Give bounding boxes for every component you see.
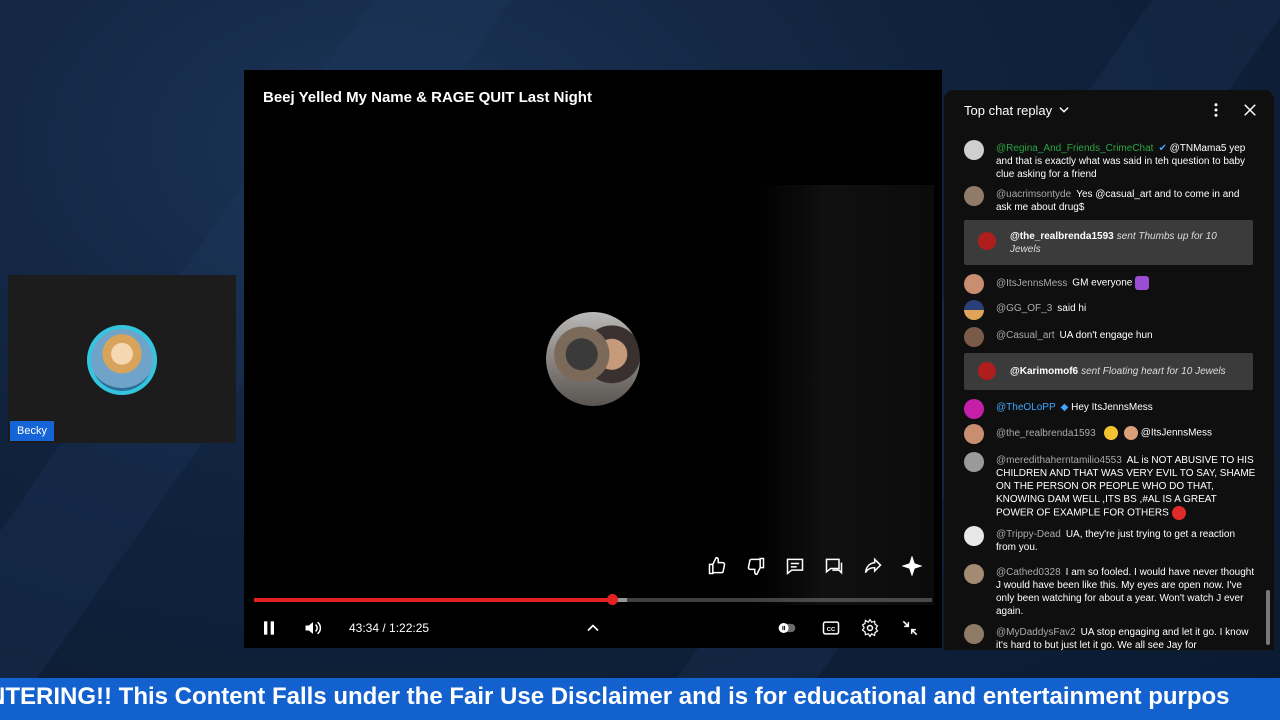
pause-icon[interactable] xyxy=(257,616,281,640)
settings-icon[interactable] xyxy=(858,616,882,640)
webcam-name-tag: Becky xyxy=(10,421,54,441)
gift-avatar xyxy=(978,362,996,380)
chat-author[interactable]: @TheOLoPP xyxy=(996,402,1056,413)
red-heart-icon xyxy=(1171,506,1186,520)
user-avatar xyxy=(964,452,984,472)
user-avatar xyxy=(964,564,984,584)
user-avatar xyxy=(964,300,984,320)
share-icon[interactable] xyxy=(862,555,884,577)
chat-author[interactable]: @Karimomof6 xyxy=(1010,366,1078,377)
channel-avatar xyxy=(546,312,640,406)
member-badge-icon: ◆ xyxy=(1060,402,1072,413)
close-icon[interactable] xyxy=(1241,101,1259,124)
gift-text: sent Floating heart for 10 Jewels xyxy=(1081,366,1226,377)
autoplay-toggle-icon[interactable] xyxy=(775,616,799,640)
chat-icon[interactable] xyxy=(823,555,845,577)
chat-text: Hey ItsJennsMess xyxy=(1071,402,1153,413)
ticker-text: NTERING!! This Content Falls under the F… xyxy=(0,683,1230,710)
video-player[interactable]: Beej Yelled My Name & RAGE QUIT Last Nig… xyxy=(244,70,942,648)
sun-emoji-icon xyxy=(1103,426,1118,440)
chat-author[interactable]: @the_realbrenda1593 xyxy=(1010,231,1114,242)
jewel-gift-card: @Karimomof6 sent Floating heart for 10 Je… xyxy=(964,353,1253,390)
disclaimer-ticker: NTERING!! This Content Falls under the F… xyxy=(0,678,1280,720)
user-avatar xyxy=(964,624,984,644)
progress-played xyxy=(254,598,613,602)
progress-knob[interactable] xyxy=(607,594,619,605)
purple-heart-icon xyxy=(1135,276,1150,290)
live-chat-panel: Top chat replay @Regina_And_Friends_Crim… xyxy=(944,90,1274,650)
exit-fullscreen-icon[interactable] xyxy=(898,616,922,640)
verified-icon: ✔ xyxy=(1158,143,1170,154)
sparkle-icon[interactable] xyxy=(901,555,923,577)
jewel-gift-card: @the_realbrenda1593 sent Thumbs up for 10… xyxy=(964,220,1253,265)
webcam-panel: Becky xyxy=(8,275,236,443)
chat-author[interactable]: @ItsJennsMess xyxy=(996,278,1067,289)
chat-author[interactable]: @MyDaddysFav2 xyxy=(996,627,1076,638)
chat-text: said hi xyxy=(1057,303,1087,314)
chat-author[interactable]: @Casual_art xyxy=(996,330,1055,341)
dislike-icon[interactable] xyxy=(745,555,767,577)
video-title: Beej Yelled My Name & RAGE QUIT Last Nig… xyxy=(263,89,592,106)
user-avatar xyxy=(964,327,984,347)
chat-author[interactable]: @Regina_And_Friends_CrimeChat xyxy=(996,143,1153,154)
volume-icon[interactable] xyxy=(301,616,325,640)
duration: 1:22:25 xyxy=(389,621,430,635)
gift-avatar xyxy=(978,232,996,250)
user-avatar xyxy=(964,186,984,206)
user-avatar xyxy=(964,274,984,294)
chat-text: UA don't engage hun xyxy=(1059,330,1153,341)
more-options-icon[interactable] xyxy=(1207,101,1225,124)
user-avatar xyxy=(964,399,984,419)
chat-author[interactable]: @Trippy-Dead xyxy=(996,529,1061,540)
like-icon[interactable] xyxy=(706,555,728,577)
chat-author[interactable]: @the_realbrenda1593 xyxy=(996,428,1096,439)
streamer-avatar xyxy=(87,325,157,395)
chat-author[interactable]: @meredithaherntamilio4553 xyxy=(996,455,1122,466)
chat-author[interactable]: @Cathed0328 xyxy=(996,567,1061,578)
chat-text: GM everyone xyxy=(1072,277,1133,289)
chat-scrollbar[interactable] xyxy=(1266,590,1270,645)
user-avatar xyxy=(964,526,984,546)
chevron-up-icon[interactable] xyxy=(581,616,605,640)
chat-header: Top chat replay xyxy=(944,90,1274,130)
time-separator: / xyxy=(379,621,390,635)
user-avatar xyxy=(964,424,984,444)
comment-icon[interactable] xyxy=(784,555,806,577)
user-avatar xyxy=(964,140,984,160)
player-controls: 43:34 / 1:22:25 CC xyxy=(244,614,942,642)
svg-text:CC: CC xyxy=(827,627,836,633)
chat-text: @ItsJennsMess xyxy=(1140,427,1212,439)
progress-bar[interactable] xyxy=(254,594,932,605)
time-display: 43:34 / 1:22:25 xyxy=(349,621,429,635)
chat-author[interactable]: @uacrimsontyde xyxy=(996,189,1071,200)
chevron-down-icon[interactable] xyxy=(1057,103,1071,122)
chat-author[interactable]: @GG_OF_3 xyxy=(996,303,1052,314)
captions-icon[interactable]: CC xyxy=(819,616,843,640)
video-actions xyxy=(706,555,923,577)
face-emoji-icon xyxy=(1123,426,1138,440)
chat-mode-dropdown[interactable]: Top chat replay xyxy=(964,103,1052,118)
current-time: 43:34 xyxy=(349,621,380,635)
video-shade xyxy=(754,185,934,605)
